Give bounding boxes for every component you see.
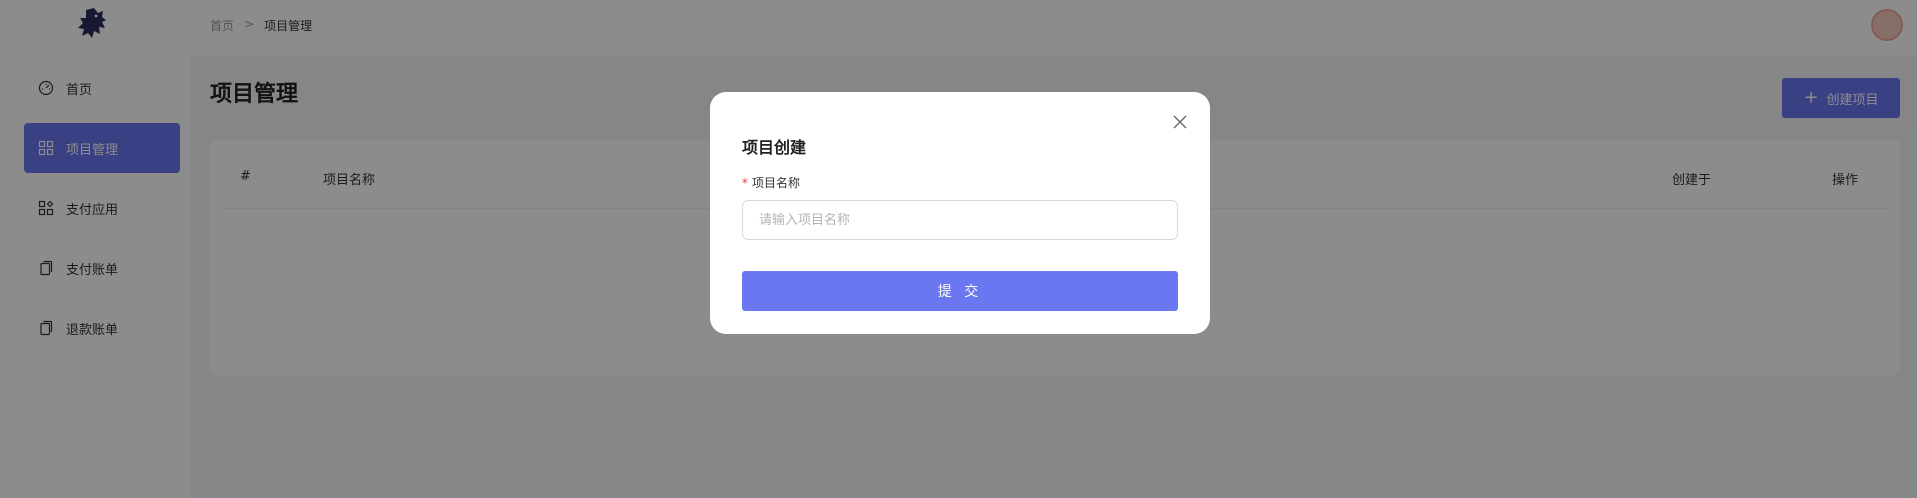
- project-name-input[interactable]: [742, 200, 1178, 240]
- modal-title: 项目创建: [742, 138, 807, 157]
- submit-button[interactable]: 提 交: [742, 271, 1178, 311]
- close-icon[interactable]: [1170, 112, 1190, 132]
- project-name-label: * 项目名称: [742, 174, 800, 191]
- project-name-label-text: 项目名称: [752, 176, 801, 190]
- create-project-modal: 项目创建 * 项目名称 提 交: [710, 92, 1210, 334]
- required-mark: *: [742, 176, 748, 190]
